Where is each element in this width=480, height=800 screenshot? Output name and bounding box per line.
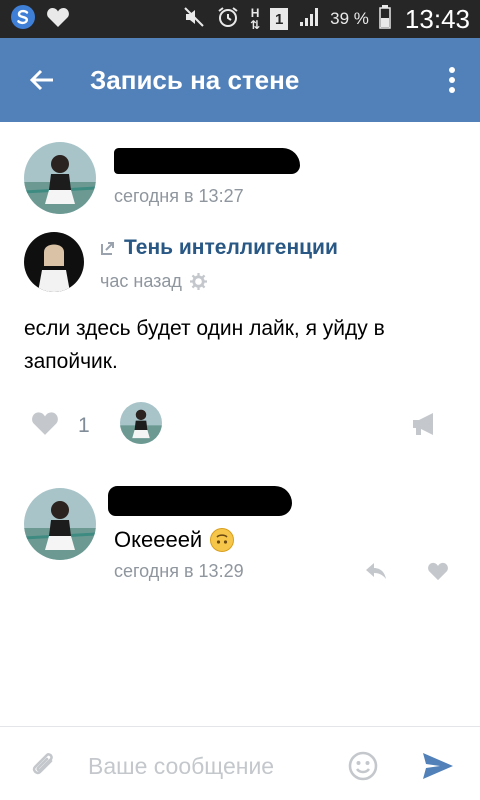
- heart-notification-icon: [46, 6, 70, 33]
- liker-avatar[interactable]: [120, 402, 162, 444]
- attach-button[interactable]: [24, 747, 64, 783]
- smiley-icon: [348, 751, 378, 781]
- post-author-avatar[interactable]: [24, 142, 96, 214]
- reply-icon: [366, 563, 386, 579]
- sim-icon: 1: [270, 8, 289, 30]
- battery-level: 39 %: [330, 9, 369, 28]
- more-vertical-icon: [449, 67, 455, 93]
- repost-source-name: Тень интеллигенции: [124, 236, 338, 259]
- send-button[interactable]: [418, 747, 458, 785]
- repost-timestamp: час назад: [100, 271, 182, 291]
- network-h-icon: H ⇅: [250, 6, 261, 32]
- status-bar: H ⇅ 1 39 % 13:43: [0, 0, 480, 38]
- arrow-left-icon: [29, 69, 53, 91]
- back-button[interactable]: [0, 38, 84, 122]
- paperclip-icon: [32, 753, 53, 775]
- comment-author-avatar[interactable]: [24, 488, 96, 560]
- gear-icon: [189, 273, 207, 290]
- comment-body: Океееей: [114, 527, 203, 552]
- message-input[interactable]: Ваше сообщение: [88, 753, 274, 780]
- repost-meta: час назад: [100, 271, 207, 292]
- app-notification-icon: [10, 4, 36, 35]
- mute-icon: [182, 5, 206, 34]
- likes-row: 1: [30, 410, 90, 442]
- comment-author-redacted: [108, 486, 292, 516]
- like-button[interactable]: [30, 410, 60, 442]
- message-composer: Ваше сообщение: [0, 726, 480, 800]
- comment-text: Океееей: [114, 527, 235, 553]
- page-title: Запись на стене: [90, 64, 300, 95]
- emoji-button[interactable]: [344, 747, 382, 785]
- alarm-icon: [216, 5, 240, 34]
- reply-button[interactable]: [360, 558, 392, 584]
- more-options-button[interactable]: [424, 38, 480, 122]
- likes-count: 1: [78, 414, 90, 437]
- megaphone-icon: [413, 413, 433, 435]
- battery-icon: [379, 4, 391, 34]
- heart-icon: [32, 412, 58, 435]
- heart-icon: [428, 562, 448, 581]
- repost-source-avatar[interactable]: [24, 232, 84, 292]
- app-bar: Запись на стене: [0, 38, 480, 122]
- send-icon: [423, 753, 453, 779]
- upside-down-face-emoji: [210, 528, 235, 552]
- signal-icon: [298, 6, 320, 33]
- clock: 13:43: [404, 3, 470, 34]
- author-name-redacted: [114, 148, 300, 174]
- repost-icon: [101, 242, 114, 255]
- post-timestamp: сегодня в 13:27: [114, 186, 244, 206]
- post-text: если здесь будет один лайк, я уйду в зап…: [24, 317, 385, 373]
- repost-source-link[interactable]: Тень интеллигенции: [100, 236, 338, 260]
- comment-like-button[interactable]: [422, 558, 454, 584]
- comment-timestamp: сегодня в 13:29: [114, 561, 244, 581]
- share-button[interactable]: [408, 408, 442, 440]
